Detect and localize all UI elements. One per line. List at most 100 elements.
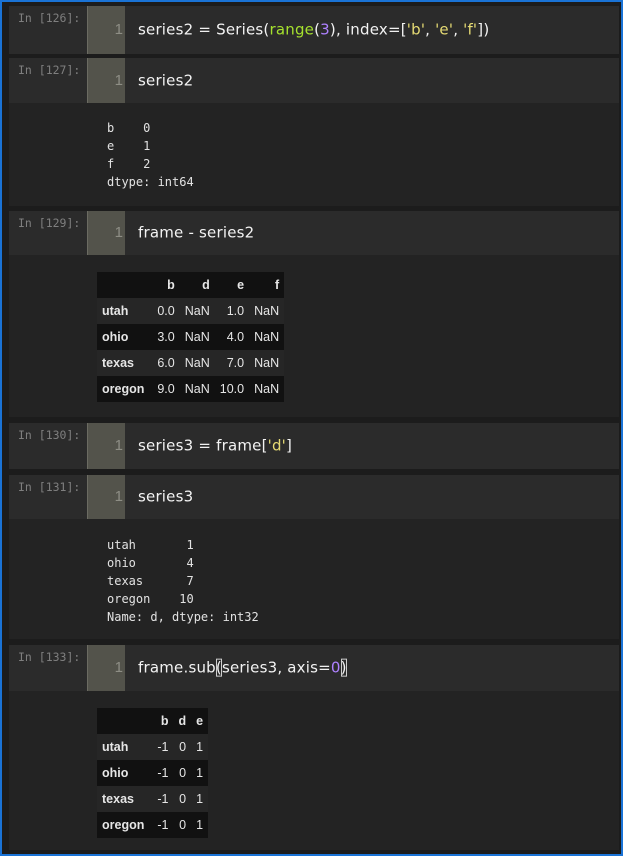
line-gutter: 1 xyxy=(87,645,125,691)
code-token: Series( xyxy=(211,20,270,39)
code-cell-129: In [129]: 1 frame - series2 b d e f utah… xyxy=(9,211,619,417)
table-row: texas -1 0 1 xyxy=(97,786,209,812)
column-header: f xyxy=(274,278,280,292)
cell-output: b d e f utah 0.0 NaN 1.0 NaN ohio 3.0 Na… xyxy=(9,255,619,417)
output-text: utah 1 ohio 4 texas 7 oregon 10 Name: d,… xyxy=(107,538,259,624)
cell-output: b d e utah -1 0 1 ohio -1 0 1 texas -1 0… xyxy=(9,691,619,850)
table-cell: NaN xyxy=(184,304,210,318)
row-label: texas xyxy=(102,356,134,370)
table-cell: 4.0 xyxy=(226,330,245,344)
table-cell: 1 xyxy=(196,792,204,806)
column-header: e xyxy=(196,714,204,728)
code-token: series3, axis xyxy=(221,658,319,677)
input-prompt: In [131]: xyxy=(18,480,81,494)
table-cell: 3.0 xyxy=(157,330,175,344)
matched-bracket: ) xyxy=(340,658,347,677)
line-gutter: 1 xyxy=(87,475,125,519)
code-token: frame[ xyxy=(211,436,268,455)
code-line[interactable]: series3 xyxy=(138,488,193,506)
table-row: oregon 9.0 NaN 10.0 NaN xyxy=(97,376,284,402)
cell-input[interactable]: In [129]: 1 frame - series2 xyxy=(9,211,619,255)
code-cell-130: In [130]: 1 series3 = frame['d'] xyxy=(9,423,619,469)
table-row: oregon -1 0 1 xyxy=(97,812,208,838)
cell-input[interactable]: In [133]: 1 frame.sub(series3, axis=0) xyxy=(9,645,619,691)
table-cell: NaN xyxy=(184,382,210,396)
cell-input[interactable]: In [130]: 1 series3 = frame['d'] xyxy=(9,423,619,469)
table-cell: 9.0 xyxy=(157,382,175,396)
table-row: ohio -1 0 1 xyxy=(97,760,208,786)
table-cell: -1 xyxy=(157,818,169,832)
cell-input[interactable]: In [131]: 1 series3 xyxy=(9,475,619,519)
table-cell: NaN xyxy=(254,382,280,396)
line-number: 1 xyxy=(114,659,123,677)
line-number: 1 xyxy=(114,488,123,506)
table-cell: NaN xyxy=(254,356,280,370)
code-token: 'd' xyxy=(267,436,287,455)
row-label: ohio xyxy=(102,330,129,344)
input-prompt: In [126]: xyxy=(18,11,81,25)
code-cell-126: In [126]: 1 series2 = Series(range(3), i… xyxy=(9,6,619,54)
cell-input[interactable]: In [126]: 1 series2 = Series(range(3), i… xyxy=(9,6,619,54)
table-row: utah 0.0 NaN 1.0 NaN xyxy=(97,298,285,324)
cell-output: utah 1 ohio 4 texas 7 oregon 10 Name: d,… xyxy=(9,519,619,639)
row-label: oregon xyxy=(102,382,145,396)
output-text: b 0 e 1 f 2 dtype: int64 xyxy=(107,121,194,189)
code-token: 'b' xyxy=(406,20,426,39)
code-cell-133: In [133]: 1 frame.sub(series3, axis=0) b… xyxy=(9,645,619,850)
code-token: frame.sub xyxy=(138,658,216,677)
line-number: 1 xyxy=(114,71,123,89)
code-token: 3 xyxy=(320,20,330,39)
code-token: ), index xyxy=(329,20,388,39)
table-cell: 1 xyxy=(196,766,204,780)
code-cell-127: In [127]: 1 series2 b 0 e 1 f 2 dtype: i… xyxy=(9,58,619,206)
code-token: 'f' xyxy=(463,20,478,39)
table-cell: 1 xyxy=(196,740,204,754)
column-header: d xyxy=(202,278,210,292)
code-line[interactable]: series3 = frame['d'] xyxy=(138,437,292,455)
line-gutter: 1 xyxy=(87,423,125,469)
table-header-row: b d e xyxy=(97,708,208,734)
code-token: = xyxy=(387,20,401,39)
table-cell: 0 xyxy=(179,740,187,754)
code-line[interactable]: series2 xyxy=(138,71,193,89)
code-token: , xyxy=(453,20,464,39)
table-cell: 0 xyxy=(179,818,187,832)
line-gutter: 1 xyxy=(87,6,125,54)
table-cell: 0 xyxy=(179,792,187,806)
column-header: b xyxy=(160,714,169,728)
code-token: = xyxy=(198,20,212,39)
column-header: e xyxy=(237,278,245,292)
table-cell: NaN xyxy=(254,330,280,344)
table-cell: -1 xyxy=(157,792,169,806)
line-gutter: 1 xyxy=(87,58,125,103)
input-prompt: In [127]: xyxy=(18,63,81,77)
table-row: texas 6.0 NaN 7.0 NaN xyxy=(97,350,285,376)
table-cell: NaN xyxy=(254,304,280,318)
notebook-panel: In [126]: 1 series2 = Series(range(3), i… xyxy=(0,0,623,856)
input-prompt: In [130]: xyxy=(18,428,81,442)
row-label: ohio xyxy=(102,766,129,780)
code-line[interactable]: frame.sub(series3, axis=0) xyxy=(138,658,347,677)
code-token: ]) xyxy=(477,20,490,39)
table-cell: 0.0 xyxy=(157,304,175,318)
cell-input[interactable]: In [127]: 1 series2 xyxy=(9,58,619,103)
code-token: series2 xyxy=(138,20,199,39)
code-token: 0 xyxy=(330,658,341,677)
table-cell: NaN xyxy=(184,330,210,344)
table-cell: 1 xyxy=(196,818,204,832)
table-row: utah -1 0 1 xyxy=(97,734,209,760)
code-line[interactable]: series2 = Series(range(3), index=['b', '… xyxy=(138,21,489,39)
code-token: ] xyxy=(286,436,293,455)
input-prompt: In [129]: xyxy=(18,216,81,230)
index-header xyxy=(97,708,152,734)
code-line[interactable]: frame - series2 xyxy=(138,224,254,242)
table-cell: -1 xyxy=(157,740,169,754)
dataframe-table: b d e f utah 0.0 NaN 1.0 NaN ohio 3.0 Na… xyxy=(97,272,285,402)
code-cell-131: In [131]: 1 series3 utah 1 ohio 4 texas … xyxy=(9,475,619,639)
table-row: ohio 3.0 NaN 4.0 NaN xyxy=(97,324,284,350)
row-label: oregon xyxy=(102,818,145,832)
table-cell: 7.0 xyxy=(226,356,245,370)
code-token: = xyxy=(198,436,212,455)
column-header: d xyxy=(178,714,187,728)
line-gutter: 1 xyxy=(87,211,125,255)
